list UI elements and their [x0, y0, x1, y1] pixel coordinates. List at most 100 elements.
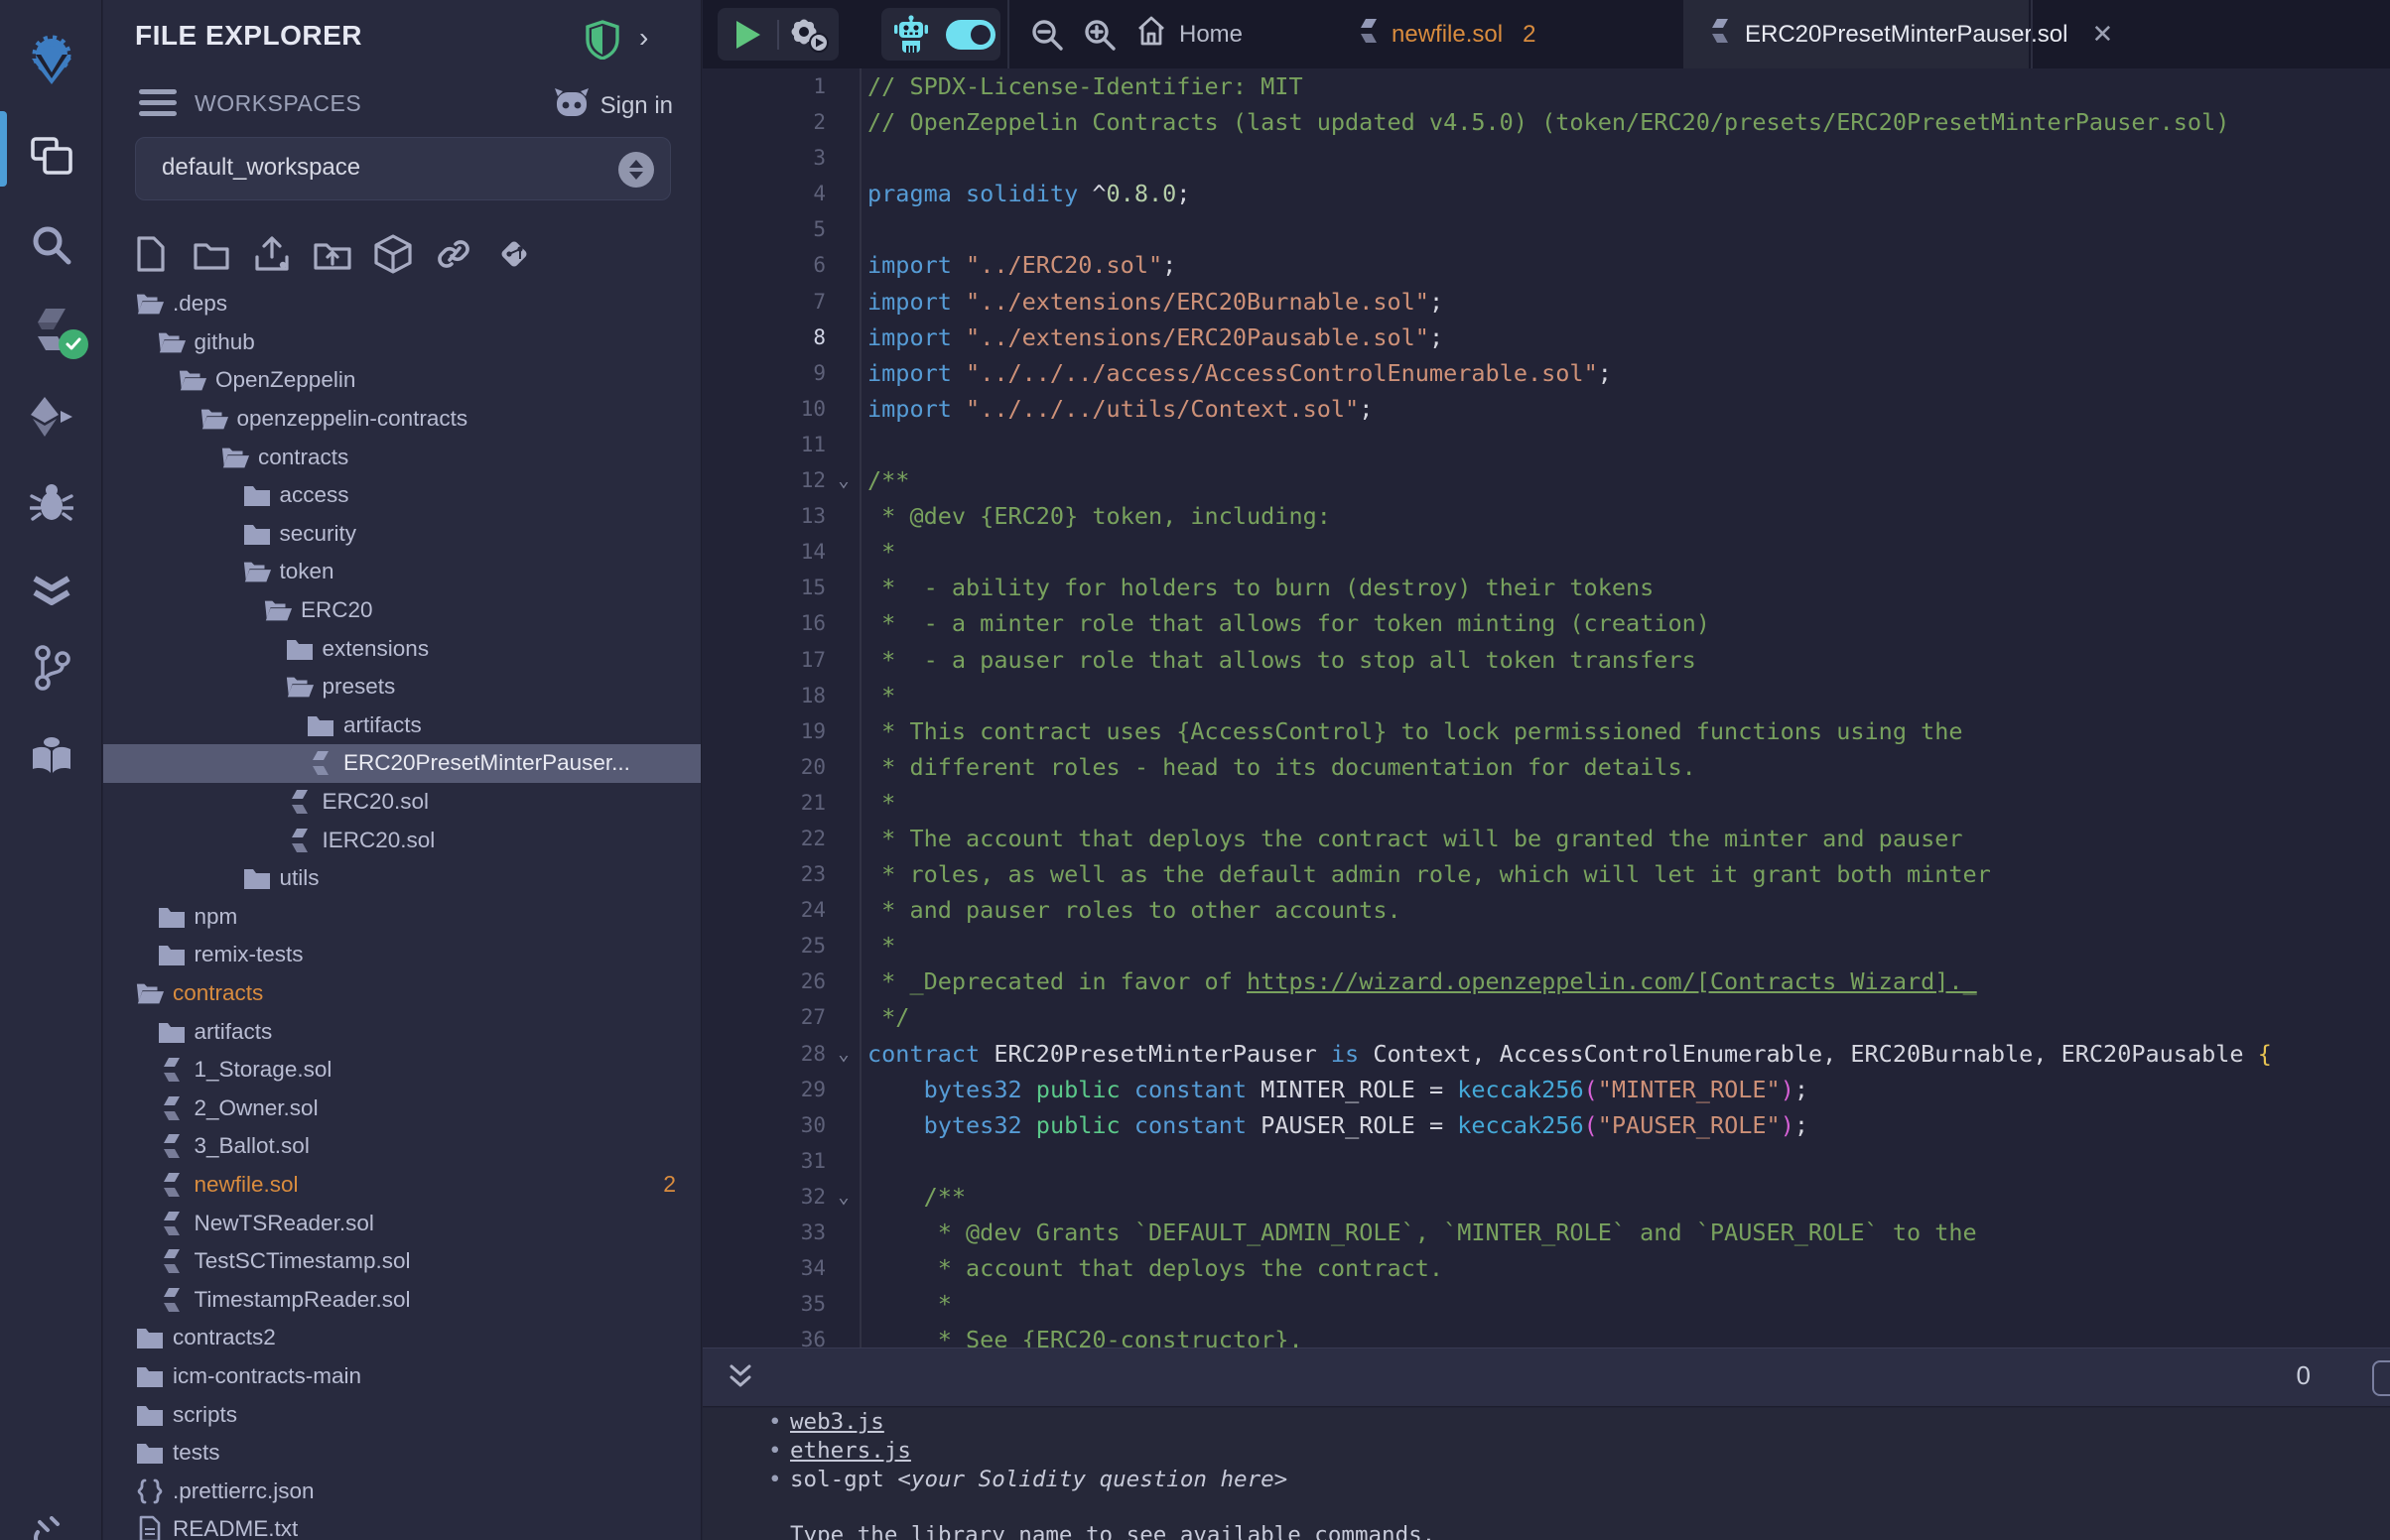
- tree-item-scripts[interactable]: scripts: [103, 1395, 702, 1434]
- activity-bar-deploy-run[interactable]: [0, 382, 102, 451]
- line-number: 19: [703, 713, 826, 749]
- tree-item-utils[interactable]: utils: [103, 859, 702, 898]
- tree-item-token[interactable]: token: [103, 553, 702, 591]
- fold-chevron-icon[interactable]: ⌄: [826, 1179, 862, 1215]
- activity-bar-solidity-compiler[interactable]: [0, 296, 102, 365]
- terminal-search-input[interactable]: [2372, 1360, 2390, 1396]
- zoom-out-button[interactable]: [1030, 0, 1064, 68]
- folder-icon: [157, 940, 187, 969]
- fold-gutter: [826, 427, 862, 462]
- tree-item--prettierrc-json[interactable]: .prettierrc.json: [103, 1472, 702, 1510]
- workspace-select[interactable]: default_workspace: [135, 137, 671, 200]
- code-text: *: [862, 785, 2390, 821]
- close-tab-icon[interactable]: ✕: [2091, 19, 2113, 50]
- tree-item-3-ballot-sol[interactable]: 3_Ballot.sol: [103, 1127, 702, 1166]
- copilot-toggle[interactable]: [941, 8, 1000, 61]
- tree-item-timestampreader-sol[interactable]: TimestampReader.sol: [103, 1280, 702, 1319]
- line-number: 6: [703, 247, 826, 283]
- tree-item-newtsreader-sol[interactable]: NewTSReader.sol: [103, 1204, 702, 1242]
- tree-item-remix-tests[interactable]: remix-tests: [103, 936, 702, 974]
- tree-item-ierc20-sol[interactable]: IERC20.sol: [103, 821, 702, 859]
- tree-item-openzeppelin-contracts[interactable]: openzeppelin-contracts: [103, 400, 702, 439]
- code-text: * - a minter role that allows for token …: [862, 605, 2390, 641]
- upload-file-button[interactable]: [248, 232, 295, 276]
- tree-item-label: github: [195, 329, 255, 355]
- link-button[interactable]: [430, 232, 476, 276]
- workspaces-menu-button[interactable]: [139, 89, 177, 119]
- ipfs-cube-button[interactable]: [369, 232, 416, 276]
- tab-newfile[interactable]: newfile.sol 2: [1358, 0, 1535, 68]
- tree-item-contracts2[interactable]: contracts2: [103, 1319, 702, 1357]
- workspace-selected-value: default_workspace: [162, 154, 360, 182]
- upload-folder-button[interactable]: [309, 232, 355, 276]
- folder-open-icon: [285, 672, 315, 702]
- tree-item-testsctimestamp-sol[interactable]: TestSCTimestamp.sol: [103, 1242, 702, 1281]
- tree-item-icm-contracts-main[interactable]: icm-contracts-main: [103, 1357, 702, 1396]
- line-number: 16: [703, 605, 826, 641]
- solidity-file-icon: [306, 748, 335, 778]
- terminal-link[interactable]: ethers.js: [790, 1438, 911, 1464]
- activity-bar-file-explorer[interactable]: [0, 121, 102, 191]
- tree-item-contracts[interactable]: contracts: [103, 974, 702, 1013]
- terminal-link[interactable]: web3.js: [790, 1409, 884, 1435]
- tree-item-artifacts[interactable]: artifacts: [103, 706, 702, 745]
- line-number: 12: [703, 462, 826, 498]
- code-text: /**: [862, 1179, 2390, 1215]
- ipfs-cube-icon: [374, 234, 412, 274]
- zoom-in-button[interactable]: [1083, 0, 1117, 68]
- tree-item-label: token: [280, 559, 334, 584]
- code-line-20: 20 * different roles - head to its docum…: [703, 749, 2390, 785]
- tree-item-2-owner-sol[interactable]: 2_Owner.sol: [103, 1089, 702, 1127]
- tree-item-openzeppelin[interactable]: OpenZeppelin: [103, 361, 702, 400]
- activity-bar-git[interactable]: [0, 633, 102, 703]
- fold-gutter: [826, 1143, 862, 1179]
- tree-item-access[interactable]: access: [103, 476, 702, 515]
- code-text: * different roles - head to its document…: [862, 749, 2390, 785]
- fold-chevron-icon[interactable]: ⌄: [826, 462, 862, 498]
- comment-link[interactable]: https://wizard.openzeppelin.com/[Contrac…: [1247, 967, 1977, 995]
- tree-item-extensions[interactable]: extensions: [103, 629, 702, 668]
- fold-chevron-icon[interactable]: ⌄: [826, 1036, 862, 1072]
- activity-bar-search[interactable]: [0, 210, 102, 280]
- code-line-2: 2// OpenZeppelin Contracts (last updated…: [703, 104, 2390, 140]
- tree-item-readme-txt[interactable]: README.txt: [103, 1510, 702, 1540]
- tree-item-github[interactable]: github: [103, 323, 702, 362]
- tree-item-erc20presetminterpauser-[interactable]: ERC20PresetMinterPauser...: [103, 744, 702, 783]
- tree-item-erc20[interactable]: ERC20: [103, 591, 702, 630]
- tree-item-label: 2_Owner.sol: [195, 1095, 319, 1121]
- code-text: * @dev Grants `DEFAULT_ADMIN_ROLE`, `MIN…: [862, 1215, 2390, 1250]
- ai-copilot-icon[interactable]: [881, 8, 941, 61]
- github-sign-in-button[interactable]: Sign in: [553, 86, 673, 125]
- activity-bar-remix-logo[interactable]: [0, 26, 102, 95]
- tree-item-tests[interactable]: tests: [103, 1434, 702, 1473]
- chevron-right-icon[interactable]: ›: [639, 22, 648, 54]
- fold-gutter: [826, 570, 862, 605]
- tree-item-presets[interactable]: presets: [103, 668, 702, 706]
- tree-item-artifacts[interactable]: artifacts: [103, 1012, 702, 1051]
- expand-terminal-icon[interactable]: [727, 1362, 754, 1397]
- tree-item-contracts[interactable]: contracts: [103, 438, 702, 476]
- tree-item-security[interactable]: security: [103, 515, 702, 554]
- script-config-button[interactable]: [779, 8, 839, 61]
- activity-bar-debugger[interactable]: [0, 468, 102, 538]
- new-file-button[interactable]: [127, 232, 174, 276]
- tree-item-1-storage-sol[interactable]: 1_Storage.sol: [103, 1051, 702, 1090]
- tab-erc20presetminterpauser[interactable]: ERC20PresetMinterPauser.sol ✕: [1683, 0, 2029, 68]
- tree-item-newfile-sol[interactable]: newfile.sol2: [103, 1166, 702, 1205]
- activity-bar-unit-testing[interactable]: [0, 556, 102, 625]
- tree-item-npm[interactable]: npm: [103, 898, 702, 937]
- activity-bar-learneth[interactable]: [0, 720, 102, 790]
- tree-item-erc20-sol[interactable]: ERC20.sol: [103, 783, 702, 822]
- code-line-5: 5: [703, 211, 2390, 247]
- code-editor[interactable]: 1// SPDX-License-Identifier: MIT2// Open…: [703, 68, 2390, 1348]
- tree-item-label: .deps: [173, 291, 227, 317]
- activity-bar-plugin-manager[interactable]: [0, 1503, 102, 1540]
- tree-item--deps[interactable]: .deps: [103, 285, 702, 323]
- new-folder-button[interactable]: [188, 232, 234, 276]
- code-text: */: [862, 999, 2390, 1035]
- shield-icon[interactable]: [586, 20, 619, 64]
- run-script-button[interactable]: [718, 8, 777, 61]
- tab-home[interactable]: Home: [1135, 0, 1243, 68]
- git-init-button[interactable]: [490, 232, 537, 276]
- code-line-7: 7import "../extensions/ERC20Burnable.sol…: [703, 284, 2390, 320]
